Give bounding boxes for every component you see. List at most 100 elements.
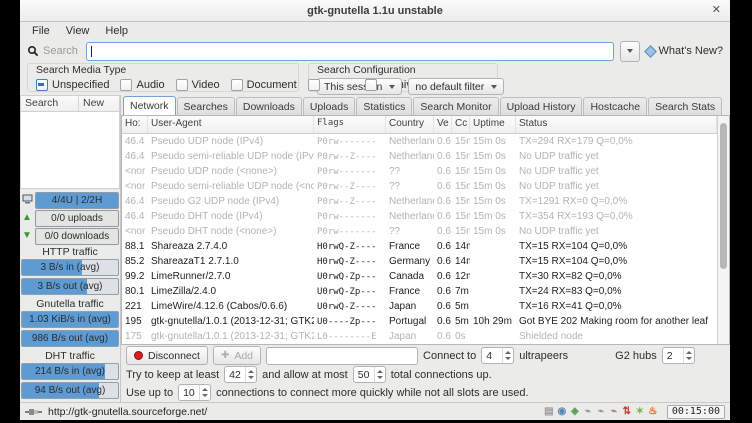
table-row[interactable]: 88.1Shareaza 2.7.4.0H0rwQ-Z----France0.6… <box>122 239 717 254</box>
spinner-buttons[interactable] <box>502 348 513 363</box>
table-row[interactable]: 46.4Pseudo semi-reliable UDP node (IPv4)… <box>122 149 717 164</box>
cell-cc: 15m <box>452 226 470 237</box>
table-row[interactable]: 99.2LimeRunner/2.7.0U0rwQ-Zp---Canada0.6… <box>122 269 717 284</box>
cell-ve: 0.6 <box>434 256 452 267</box>
column-header-ve[interactable]: Ve <box>434 116 452 133</box>
tab-statistics[interactable]: Statistics <box>356 97 412 115</box>
table-row[interactable]: 221LimeWire/4.12.6 (Cabos/0.6.6)U0rwQ-Z-… <box>122 299 717 314</box>
cell-cc: 0s <box>452 331 470 342</box>
menu-help[interactable]: Help <box>97 24 136 38</box>
spinner-buttons[interactable] <box>245 367 256 382</box>
media-option-audio[interactable]: Audio <box>120 79 164 91</box>
column-header-flags[interactable]: Flags <box>314 116 386 133</box>
column-header-country[interactable]: Country <box>386 116 434 133</box>
cell-agent: Pseudo UDP node (IPv4) <box>148 136 314 147</box>
tab-hostcache[interactable]: Hostcache <box>583 97 647 115</box>
tab-search-monitor[interactable]: Search Monitor <box>413 97 498 115</box>
column-header-new[interactable]: New <box>79 96 119 111</box>
peers-button[interactable]: 4/4U | 2/2H <box>35 192 119 209</box>
spinner-buttons[interactable] <box>199 385 210 400</box>
close-icon[interactable]: ✕ <box>712 4 721 16</box>
session-combo[interactable]: This session <box>317 78 402 95</box>
column-header-cc[interactable]: Cc <box>452 116 470 133</box>
traffic-section-label: DHT traffic <box>21 349 119 363</box>
table-row[interactable]: 46.4Pseudo G2 UDP node (IPv4)P0rw--Z----… <box>122 194 717 209</box>
table-row[interactable]: <norPseudo UDP node (<none>)P0rw-------?… <box>122 164 717 179</box>
tab-downloads[interactable]: Downloads <box>236 97 302 115</box>
search-media-frame-label: Search Media Type <box>36 65 290 76</box>
downloads-button[interactable]: 0/0 downloads <box>35 228 119 245</box>
add-node-input[interactable] <box>266 347 418 365</box>
status-indicator-icons: ▤◉◈⌁⌁⌁⇅✶♨ <box>543 406 659 418</box>
table-row[interactable]: 46.4Pseudo UDP node (IPv4)P0rw-------Net… <box>122 134 717 149</box>
cell-cc: 15m <box>452 166 470 177</box>
cell-status: No UDP traffic yet <box>516 226 717 237</box>
search-config-frame: Search Configuration This session no def… <box>308 63 498 92</box>
traffic-bar: 986 B/s out (avg) <box>21 330 119 347</box>
updown-arrows-icon: ⇅ <box>621 406 633 418</box>
cell-ve: 0.6 <box>434 226 452 237</box>
column-header-uptime[interactable]: Uptime <box>470 116 516 133</box>
tab-searches[interactable]: Searches <box>177 97 235 115</box>
cell-country: Germany <box>386 256 434 267</box>
column-header-host[interactable]: Ho: <box>122 116 148 133</box>
allow-spinner[interactable]: 50 <box>353 366 386 383</box>
toolbar: Search What's New? <box>20 39 730 63</box>
table-row[interactable]: 195gtk-gnutella/1.0.1 (2013-12-31; GTK2;… <box>122 314 717 329</box>
cell-flags: P0rw------- <box>314 212 386 222</box>
column-header-agent[interactable]: User-Agent <box>148 116 314 133</box>
traffic-sections: HTTP traffic3 B/s in (avg)3 B/s out (avg… <box>21 245 119 399</box>
tab-upload-history[interactable]: Upload History <box>500 97 583 115</box>
cell-cc: 15m <box>452 211 470 222</box>
whats-new-link[interactable]: What's New? <box>646 45 723 57</box>
spinner-buttons[interactable] <box>683 348 694 363</box>
column-header-search[interactable]: Search <box>21 96 79 111</box>
table-row[interactable]: 46.4Pseudo DHT node (IPv4)P0rw-------Net… <box>122 209 717 224</box>
scrollbar-thumb[interactable] <box>720 123 727 269</box>
add-node-button[interactable]: ✚ Add <box>213 346 261 365</box>
cell-cc: 7m <box>452 286 470 297</box>
diamond-icon <box>644 45 657 58</box>
ultrapeers-spinner[interactable]: 4 <box>481 347 514 364</box>
media-option-unspecified[interactable]: Unspecified <box>36 79 109 91</box>
search-list[interactable] <box>20 112 120 189</box>
bar-label: 3 B/s in (avg) <box>41 262 100 273</box>
plug-icon-2: ⌁ <box>595 406 607 418</box>
column-header-status[interactable]: Status <box>516 116 717 133</box>
cell-ve: 0.6 <box>434 151 452 162</box>
cell-uptime: 15m 0s <box>470 151 516 162</box>
table-row[interactable]: 175gtk-gnutella/1.0.1 (2013-12-31; GTK2;… <box>122 329 717 344</box>
search-input[interactable] <box>87 43 613 60</box>
disconnect-button[interactable]: Disconnect <box>126 346 208 365</box>
cell-flags: P0rw------- <box>314 227 386 237</box>
titlebar[interactable]: gtk-gnutella 1.1u unstable ✕ <box>20 0 730 22</box>
media-option-video[interactable]: Video <box>176 79 220 91</box>
cell-status: TX=1291 RX=0 Q=0,0% <box>516 196 717 207</box>
filter-combo[interactable]: no default filter <box>408 78 504 95</box>
table-row[interactable]: 85.2ShareazaT1 2.7.1.0H0rwQ-Z----Germany… <box>122 254 717 269</box>
table-row[interactable]: 80.1LimeZilla/2.4.0U0rwQ-Zp---France0.67… <box>122 284 717 299</box>
cell-host: 80.1 <box>122 286 148 297</box>
cell-ve: 0.6 <box>434 271 452 282</box>
search-history-button[interactable] <box>620 41 640 62</box>
cell-flags: L0--------E <box>314 332 386 342</box>
media-option-document[interactable]: Document <box>231 79 297 91</box>
g2-hubs-spinner[interactable]: 2 <box>662 347 695 364</box>
tab-network[interactable]: Network <box>123 96 176 115</box>
allow-label: and allow at most <box>262 369 348 381</box>
table-row[interactable]: <norPseudo DHT node (<none>)P0rw-------?… <box>122 224 717 239</box>
menu-file[interactable]: File <box>24 24 58 38</box>
g2-hubs-label: G2 hubs <box>615 350 657 362</box>
upload-arrow-icon: ▲ <box>21 213 33 223</box>
tab-search-stats[interactable]: Search Stats <box>648 97 722 115</box>
use-up-to-spinner[interactable]: 10 <box>178 384 211 401</box>
vertical-scrollbar[interactable] <box>717 116 729 344</box>
table-row[interactable]: <norPseudo semi-reliable UDP node (<none… <box>122 179 717 194</box>
cell-country: ?? <box>386 226 434 237</box>
keep-spinner[interactable]: 42 <box>224 366 257 383</box>
menu-view[interactable]: View <box>58 24 98 38</box>
spinner-buttons[interactable] <box>374 367 385 382</box>
uploads-button[interactable]: 0/0 uploads <box>35 210 119 227</box>
cell-host: 88.1 <box>122 241 148 252</box>
tab-uploads[interactable]: Uploads <box>303 97 356 115</box>
